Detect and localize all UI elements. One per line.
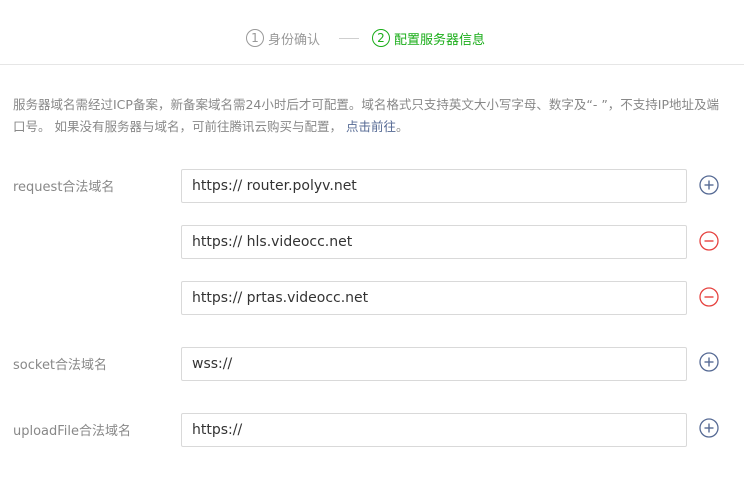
upload-domain-input[interactable] — [181, 413, 687, 447]
request-domain-input-1[interactable] — [181, 169, 687, 203]
add-icon[interactable] — [699, 352, 719, 372]
remove-icon[interactable] — [699, 231, 719, 251]
notice-end: 。 — [395, 119, 409, 134]
step-label: 配置服务器信息 — [394, 32, 486, 48]
socket-domain-label: socket合法域名 — [13, 358, 108, 373]
domain-notice: 服务器域名需经过ICP备案，新备案域名需24小时后才可配置。域名格式只支持英文大… — [13, 94, 725, 138]
add-icon[interactable] — [699, 175, 719, 195]
request-domain-label: request合法域名 — [13, 180, 115, 195]
step-server-config: 2 配置服务器信息 — [372, 28, 485, 48]
step-label: 身份确认 — [268, 32, 321, 48]
step-identity: 1 身份确认 — [246, 28, 320, 48]
step-indicator: 1 身份确认 2 配置服务器信息 — [0, 0, 744, 65]
socket-domain-input[interactable] — [181, 347, 687, 381]
remove-icon[interactable] — [699, 287, 719, 307]
upload-domain-label: uploadFile合法域名 — [13, 424, 132, 439]
step-number: 1 — [246, 29, 264, 47]
step-connector — [339, 38, 359, 39]
add-icon[interactable] — [699, 418, 719, 438]
go-link[interactable]: 点击前往 — [346, 119, 396, 134]
request-domain-input-2[interactable] — [181, 225, 687, 259]
request-domain-input-3[interactable] — [181, 281, 687, 315]
step-number: 2 — [372, 29, 390, 47]
